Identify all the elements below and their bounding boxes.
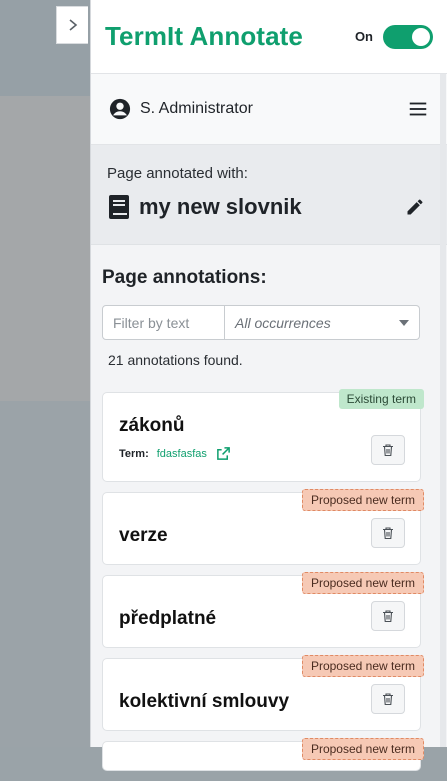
background-page-footer — [0, 401, 90, 747]
collapse-panel-button[interactable] — [56, 6, 88, 44]
status-badge: Proposed new term — [301, 489, 424, 511]
occurrence-select-value: All occurrences — [235, 314, 331, 331]
annotation-filters: All occurrences — [91, 289, 447, 340]
trash-icon — [383, 693, 393, 706]
annotation-card[interactable]: Proposed new term předplatné — [102, 572, 424, 648]
annotations-heading: Page annotations: — [102, 267, 267, 288]
status-badge: Proposed new term — [301, 655, 424, 677]
vocabulary-row: my new slovnik — [107, 194, 431, 220]
hamburger-menu-icon[interactable] — [407, 98, 429, 120]
panel-scrollbar[interactable] — [440, 74, 446, 747]
app-title: TermIt Annotate — [105, 21, 303, 51]
panel-header: TermIt Annotate On — [91, 0, 447, 74]
pencil-icon[interactable] — [405, 197, 425, 217]
annotation-card[interactable]: Proposed new term verze — [102, 489, 424, 565]
delete-annotation-button[interactable] — [371, 601, 405, 631]
toggle-label: On — [354, 29, 373, 44]
account-circle-icon — [109, 98, 131, 120]
trash-icon — [383, 610, 393, 623]
background-page-content — [0, 96, 90, 401]
filter-text-input[interactable] — [102, 305, 225, 340]
book-icon — [109, 195, 129, 219]
user-name: S. Administrator — [140, 100, 253, 117]
annotation-side-panel: TermIt Annotate On S. Administrator Page… — [90, 0, 447, 771]
trash-icon — [383, 444, 393, 457]
delete-annotation-button[interactable] — [371, 684, 405, 714]
term-label: Term: — [119, 447, 149, 460]
annotation-card[interactable]: Proposed new term kolektivní smlouvy — [102, 655, 424, 731]
vocabulary-name: my new slovnik — [139, 194, 302, 219]
status-badge: Proposed new term — [301, 738, 424, 760]
annotation-count: 21 annotations found. — [108, 352, 243, 368]
annotation-text: zákonů — [119, 415, 185, 436]
vocabulary-caption: Page annotated with: — [107, 165, 248, 182]
annotation-card[interactable]: Proposed new term — [102, 738, 424, 771]
vocabulary-box: Page annotated with: my new slovnik — [91, 145, 447, 245]
delete-annotation-button[interactable] — [371, 435, 405, 465]
user-row: S. Administrator — [91, 74, 447, 145]
annotation-card[interactable]: Existing term zákonů Term: fdasfasfas — [102, 389, 424, 482]
external-link-icon[interactable] — [216, 446, 231, 461]
occurrence-select[interactable]: All occurrences — [225, 305, 420, 340]
status-badge: Proposed new term — [301, 572, 424, 594]
chevron-down-icon — [399, 319, 409, 326]
chevron-right-icon — [68, 19, 77, 31]
delete-annotation-button[interactable] — [371, 518, 405, 548]
annotation-toggle[interactable] — [383, 24, 433, 49]
trash-icon — [383, 527, 393, 540]
annotation-list: Existing term zákonů Term: fdasfasfas Pr… — [102, 389, 424, 781]
term-link[interactable]: fdasfasfas — [157, 448, 207, 460]
status-badge: Existing term — [338, 389, 424, 409]
toggle-knob — [412, 27, 430, 46]
